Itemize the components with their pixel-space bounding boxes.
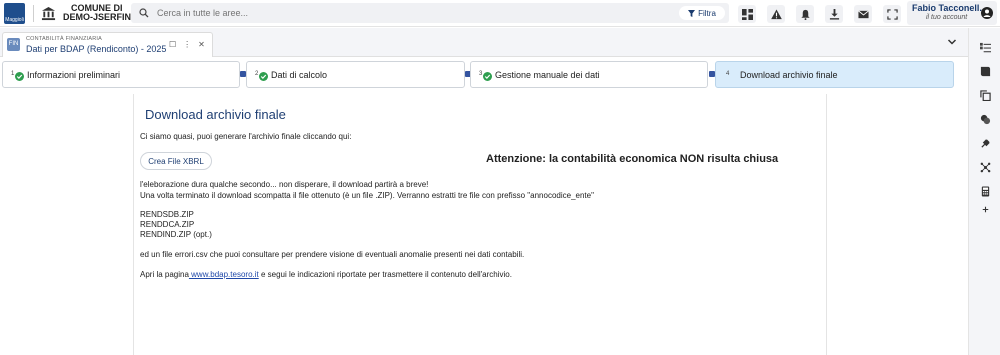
warning-message: Attenzione: la contabilità economica NON… (486, 153, 779, 165)
tab-bdap-rendiconto[interactable]: FIN CONTABILITÀ FINANZIARIA Dati per BDA… (2, 32, 213, 57)
search-bar: Filtra (131, 3, 729, 23)
info-text: l'eleborazione dura qualche secondo... n… (140, 180, 429, 189)
document-icon: FIN (7, 38, 20, 51)
step-gestione-manuale[interactable]: 3 Gestione manuale dei dati (470, 61, 708, 88)
check-circle-icon (15, 72, 24, 81)
bdap-link[interactable]: www.bdap.tesoro.it (189, 270, 259, 279)
account-icon (981, 7, 993, 19)
tab-title: Dati per BDAP (Rendiconto) - 2025 (26, 44, 167, 54)
calculator-icon[interactable] (980, 186, 991, 197)
user-name: Fabio Tacconell... (912, 3, 987, 13)
errors-text: ed un file errori.csv che puoi consultar… (140, 250, 525, 259)
bell-icon[interactable] (796, 5, 814, 23)
mail-icon[interactable] (854, 5, 872, 23)
network-icon[interactable] (980, 162, 991, 173)
page-title: Download archivio finale (145, 107, 286, 122)
plug-icon[interactable] (980, 138, 991, 149)
check-circle-icon (483, 72, 492, 81)
brand-logo[interactable]: Maggioli (4, 3, 25, 24)
document-tab-bar: FIN CONTABILITÀ FINANZIARIA Dati per BDA… (0, 28, 968, 57)
wizard-stepper: 1 Informazioni preliminari 2 Dati di cal… (0, 61, 968, 88)
create-xbrl-button[interactable]: Crea File XBRL (140, 152, 212, 170)
search-icon (139, 8, 149, 18)
warning-icon[interactable] (767, 5, 785, 23)
book-icon[interactable] (980, 66, 991, 77)
bank-icon[interactable] (41, 6, 56, 21)
user-menu[interactable]: Fabio Tacconell... il tuo account (907, 1, 997, 25)
top-bar: Maggioli COMUNE DI DEMO-JSERFIN Filtra F… (0, 0, 1000, 27)
list-icon[interactable] (980, 42, 991, 53)
bookmark-icon[interactable]: ☐ (169, 40, 176, 49)
check-circle-icon (259, 72, 268, 81)
file-name: RENDDCA.ZIP (140, 220, 195, 229)
municipality-name[interactable]: COMUNE DI DEMO-JSERFIN (63, 4, 131, 22)
divider (33, 5, 34, 22)
coins-icon[interactable] (980, 114, 991, 125)
add-icon[interactable] (980, 204, 991, 215)
close-icon[interactable]: ✕ (198, 40, 205, 49)
chevron-down-icon[interactable] (947, 37, 957, 47)
file-name: RENDSDB.ZIP (140, 210, 194, 219)
step-informazioni-preliminari[interactable]: 1 Informazioni preliminari (2, 61, 240, 88)
intro-text: Ci siamo quasi, puoi generare l'archivio… (140, 132, 352, 141)
apps-icon[interactable] (738, 5, 756, 23)
tab-actions: ☐ ⋮ ✕ (169, 40, 205, 49)
user-subtitle: il tuo account (926, 14, 968, 21)
right-sidebar (968, 28, 1000, 355)
info-text: Una volta terminato il download scompatt… (140, 191, 594, 200)
step-dati-di-calcolo[interactable]: 2 Dati di calcolo (246, 61, 465, 88)
filter-button[interactable]: Filtra (679, 6, 725, 20)
file-name: RENDIND.ZIP (opt.) (140, 230, 212, 239)
step-download-archivio[interactable]: 4 Download archivio finale (715, 61, 954, 88)
tab-category: CONTABILITÀ FINANZIARIA (26, 36, 103, 42)
search-input[interactable] (157, 6, 597, 20)
copy-icon[interactable] (980, 90, 991, 101)
download-icon[interactable] (825, 5, 843, 23)
fullscreen-icon[interactable] (883, 5, 901, 23)
content-panel: Download archivio finale Ci siamo quasi,… (133, 94, 827, 355)
filter-icon (688, 9, 696, 17)
more-vert-icon[interactable]: ⋮ (183, 40, 191, 49)
instructions-text: Apri la pagina www.bdap.tesoro.it e segu… (140, 270, 512, 279)
